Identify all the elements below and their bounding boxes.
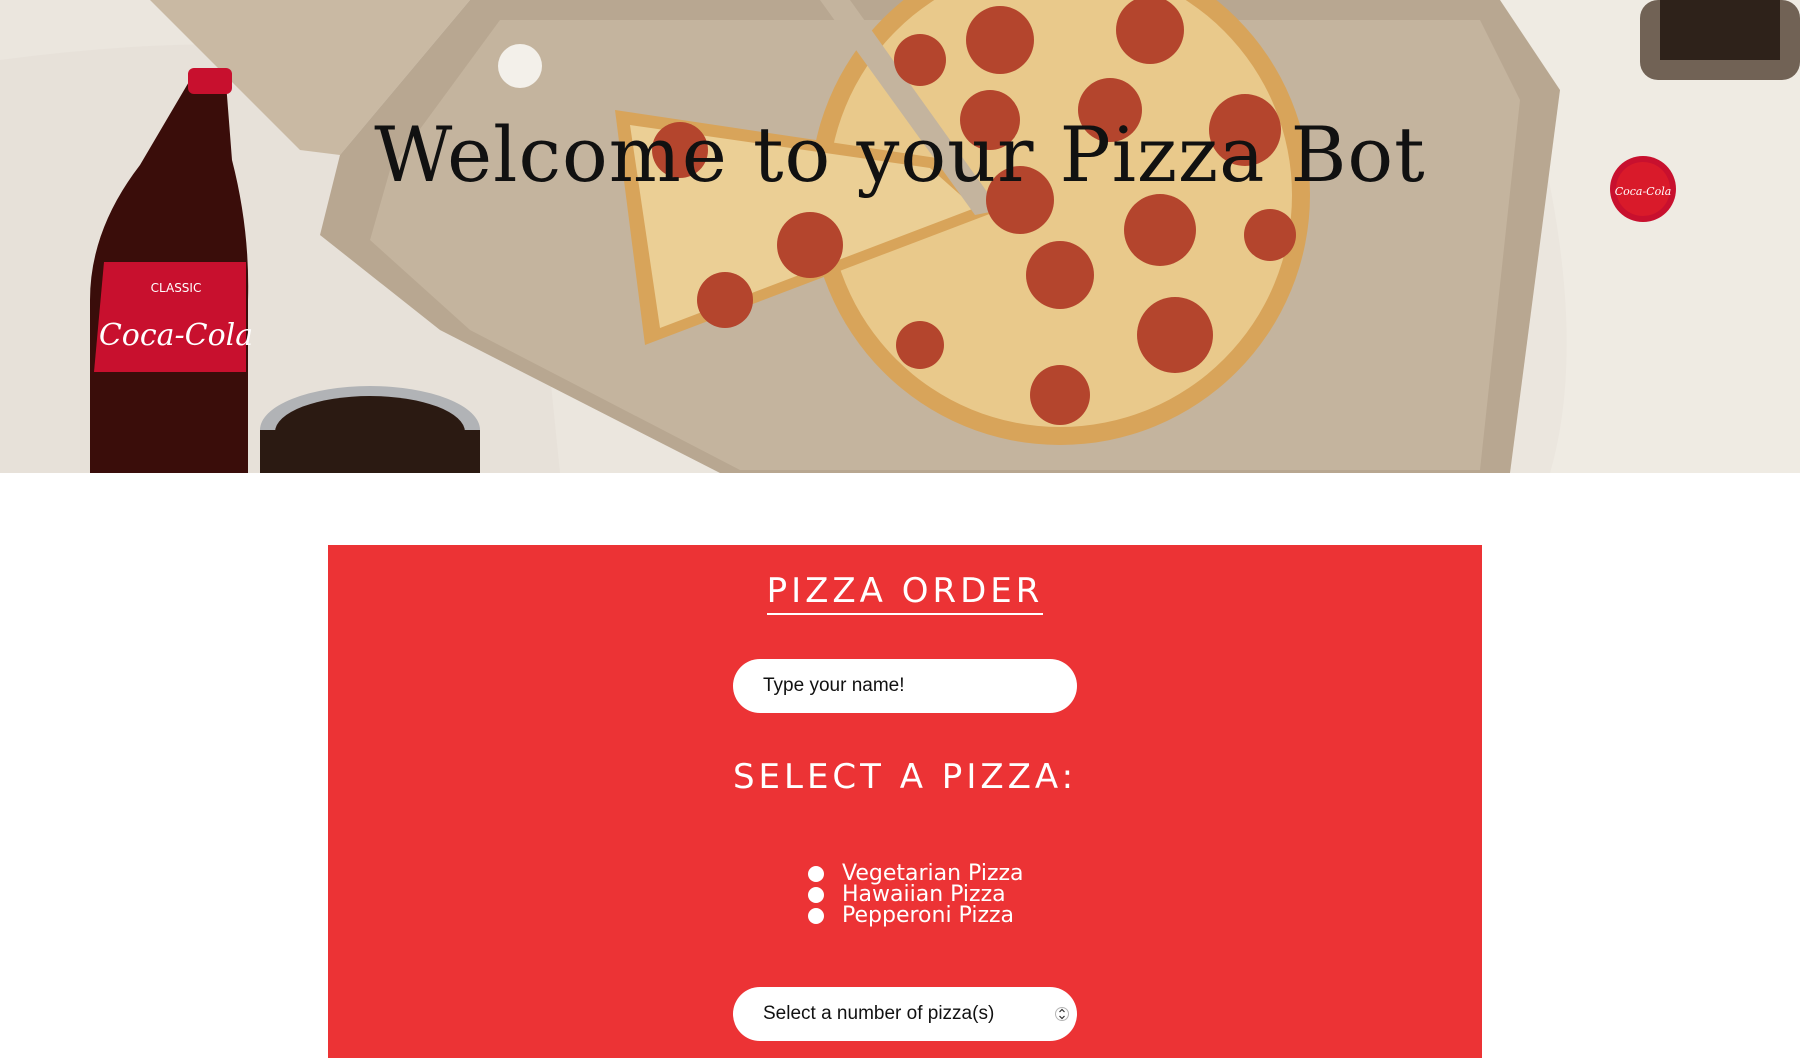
bottle-brand-label: Coca-Cola [99, 318, 253, 353]
page-title: Welcome to your Pizza Bot [374, 110, 1426, 199]
order-form: PIZZA ORDER SELECT A PIZZA: Vegetarian P… [328, 545, 1482, 1058]
hero-photo: CLASSIC Coca-Cola Coca-Cola [0, 0, 1800, 473]
bottle-classic-label: CLASSIC [151, 281, 202, 295]
radio-icon[interactable] [808, 907, 824, 924]
stepper-arrows-icon[interactable] [1055, 1002, 1069, 1026]
pizza-option-vegetarian[interactable]: Vegetarian Pizza [808, 861, 1024, 886]
select-pizza-heading: SELECT A PIZZA: [732, 757, 1078, 797]
pizza-option-label: Hawaiian Pizza [842, 882, 1006, 907]
pizza-quantity-select[interactable]: Select a number of pizza(s) [733, 987, 1077, 1041]
pizza-quantity-placeholder: Select a number of pizza(s) [763, 1003, 995, 1024]
radio-icon[interactable] [808, 886, 824, 903]
order-title: PIZZA ORDER [328, 571, 1482, 615]
order-title-text: PIZZA ORDER [766, 571, 1044, 615]
pizza-option-pepperoni[interactable]: Pepperoni Pizza [808, 903, 1024, 928]
name-input[interactable] [733, 659, 1077, 713]
pizza-option-label: Pepperoni Pizza [842, 903, 1015, 928]
radio-icon[interactable] [808, 865, 824, 882]
pizza-option-label: Vegetarian Pizza [842, 861, 1024, 886]
pizza-option-hawaiian[interactable]: Hawaiian Pizza [808, 882, 1024, 907]
hero-banner: CLASSIC Coca-Cola Coca-Cola Welcome to y… [0, 0, 1800, 473]
pizza-options-list: Vegetarian Pizza Hawaiian Pizza Pepperon… [808, 861, 1024, 928]
